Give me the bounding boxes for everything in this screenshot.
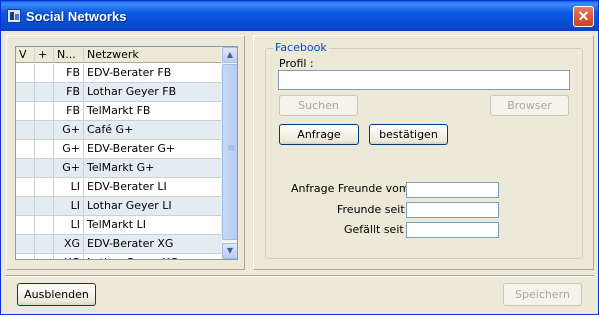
table-row[interactable]: XG EDV-Berater XG	[16, 235, 221, 254]
social-networks-window: Social Networks ✕ V + N... Netzwerk FB ED…	[0, 0, 599, 315]
network-type-cell: G+	[54, 121, 84, 139]
visible-cell[interactable]	[16, 178, 35, 196]
network-name-cell: TelMarkt FB	[87, 104, 151, 117]
table-row[interactable]: G+ EDV-Berater G+	[16, 140, 221, 159]
scroll-up-icon[interactable]: ▲	[222, 47, 237, 63]
network-name-cell: EDV-Berater G+	[87, 142, 176, 155]
visible-cell[interactable]	[16, 235, 35, 253]
table-row[interactable]: G+ Café G+	[16, 121, 221, 140]
table-row[interactable]: FB TelMarkt FB	[16, 102, 221, 121]
table-row[interactable]: G+ TelMarkt G+	[16, 159, 221, 178]
plus-cell[interactable]	[35, 197, 54, 215]
facebook-group-label: Facebook	[273, 41, 329, 54]
table-row[interactable]: LI EDV-Berater LI	[16, 178, 221, 197]
scrollbar-thumb[interactable]	[222, 64, 237, 240]
network-type-cell: LI	[54, 197, 84, 215]
plus-cell[interactable]	[35, 159, 54, 177]
scroll-down-icon[interactable]: ▼	[222, 243, 237, 259]
vertical-scrollbar[interactable]: ▲ ▼	[221, 47, 237, 259]
network-type-cell: G+	[54, 140, 84, 158]
table-row[interactable]: FB EDV-Berater FB	[16, 64, 221, 83]
browser-button[interactable]: Browser	[490, 95, 569, 116]
visible-cell[interactable]	[16, 140, 35, 158]
column-header-plus[interactable]: +	[35, 47, 54, 63]
network-name-cell: Café G+	[87, 123, 134, 136]
plus-cell[interactable]	[35, 121, 54, 139]
visible-cell[interactable]	[16, 121, 35, 139]
liked-since-label: Gefällt seit :	[344, 223, 411, 236]
network-type-cell: LI	[54, 216, 84, 234]
title-bar[interactable]: Social Networks ✕	[1, 1, 598, 31]
network-name-cell: TelMarkt G+	[87, 161, 155, 174]
plus-cell[interactable]	[35, 254, 54, 259]
plus-cell[interactable]	[35, 216, 54, 234]
app-icon	[7, 9, 21, 23]
column-header-v[interactable]: V	[16, 47, 35, 63]
networks-grid[interactable]: V + N... Netzwerk FB EDV-Berater FB FB Loth…	[15, 46, 238, 260]
friend-request-date-input[interactable]	[406, 182, 499, 198]
friend-request-label: Anfrage Freunde vom :	[291, 182, 417, 195]
request-button[interactable]: Anfrage	[279, 124, 359, 145]
visible-cell[interactable]	[16, 83, 35, 101]
confirm-button[interactable]: bestätigen	[369, 124, 448, 145]
profile-label: Profil :	[279, 57, 314, 70]
network-name-cell: Lothar Geyer LI	[87, 199, 172, 212]
plus-cell[interactable]	[35, 102, 54, 120]
visible-cell[interactable]	[16, 64, 35, 82]
plus-cell[interactable]	[35, 83, 54, 101]
network-type-cell: XG	[54, 235, 84, 253]
network-type-cell: LI	[54, 178, 84, 196]
network-name-cell: Lothar Geyer FB	[87, 85, 177, 98]
column-header-n[interactable]: N...	[54, 47, 84, 63]
network-type-cell: FB	[54, 64, 84, 82]
grid-header: V + N... Netzwerk	[16, 47, 221, 63]
hide-button[interactable]: Ausblenden	[17, 283, 96, 306]
plus-cell[interactable]	[35, 64, 54, 82]
close-button[interactable]: ✕	[573, 6, 594, 27]
network-name-cell: EDV-Berater XG	[87, 237, 174, 250]
network-name-cell: EDV-Berater FB	[87, 66, 172, 79]
visible-cell[interactable]	[16, 197, 35, 215]
visible-cell[interactable]	[16, 254, 35, 259]
network-name-cell: TelMarkt LI	[87, 218, 146, 231]
table-row[interactable]: XGLothar Geyer XG	[16, 254, 221, 259]
window-title: Social Networks	[26, 9, 127, 24]
plus-cell[interactable]	[35, 235, 54, 253]
friends-since-date-input[interactable]	[406, 202, 499, 218]
profile-input[interactable]	[278, 70, 570, 90]
table-row[interactable]: LI Lothar Geyer LI	[16, 197, 221, 216]
plus-cell[interactable]	[35, 140, 54, 158]
table-row[interactable]: LI TelMarkt LI	[16, 216, 221, 235]
network-name-cell: Lothar Geyer XG	[84, 254, 221, 259]
liked-since-date-input[interactable]	[406, 222, 499, 238]
visible-cell[interactable]	[16, 102, 35, 120]
friends-since-label: Freunde seit :	[337, 203, 412, 216]
visible-cell[interactable]	[16, 216, 35, 234]
network-type-cell: G+	[54, 159, 84, 177]
save-button[interactable]: Speichern	[503, 283, 582, 306]
table-row[interactable]: FB Lothar Geyer FB	[16, 83, 221, 102]
visible-cell[interactable]	[16, 159, 35, 177]
network-type-cell: FB	[54, 83, 84, 101]
search-button[interactable]: Suchen	[279, 95, 358, 116]
network-name-cell: EDV-Berater LI	[87, 180, 167, 193]
network-type-cell: XG	[54, 254, 84, 259]
column-header-netzwerk[interactable]: Netzwerk	[84, 47, 221, 63]
footer-separator	[5, 275, 594, 277]
network-type-cell: FB	[54, 102, 84, 120]
plus-cell[interactable]	[35, 178, 54, 196]
